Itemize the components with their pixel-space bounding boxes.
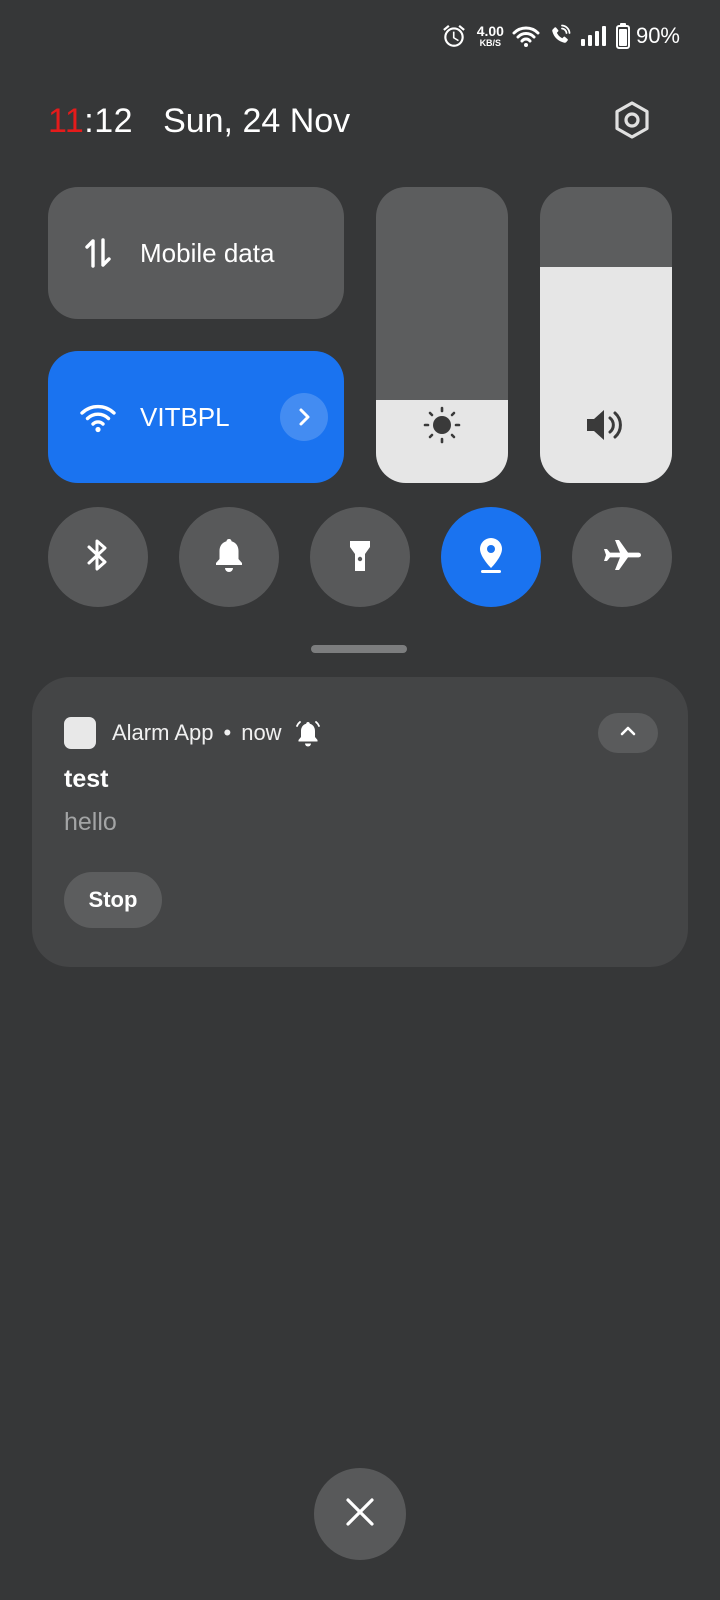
network-speed-value: 4.00 [476, 23, 504, 39]
alarm-icon [441, 23, 467, 49]
header: 11:12 Sun, 24 Nov [48, 98, 670, 144]
clock-minutes: :12 [84, 101, 134, 140]
mobile-data-icon [78, 233, 118, 273]
sound-toggle[interactable] [179, 507, 279, 607]
chevron-up-icon [619, 724, 637, 742]
clock: 11:12 [48, 102, 133, 141]
airplane-mode-toggle[interactable] [572, 507, 672, 607]
network-speed-unit: KB/S [479, 38, 502, 48]
wifi-icon [512, 24, 540, 48]
stop-button[interactable]: Stop [64, 872, 162, 928]
volume-slider-fill [540, 266, 672, 483]
bell-icon [212, 536, 246, 579]
wifi-icon [78, 397, 118, 437]
mobile-data-tile[interactable]: Mobile data [48, 187, 344, 319]
notification-separator: • [223, 720, 232, 745]
notification-card[interactable]: Alarm App • now test hello Stop [32, 677, 688, 967]
brightness-slider[interactable] [376, 187, 508, 483]
wifi-calling-icon [548, 24, 572, 48]
notification-title: test [64, 765, 109, 793]
date: Sun, 24 Nov [163, 101, 351, 140]
settings-icon[interactable] [610, 98, 654, 142]
location-toggle[interactable] [441, 507, 541, 607]
airplane-icon [601, 537, 643, 578]
alarm-bell-icon [294, 719, 322, 747]
volume-icon [540, 403, 672, 447]
location-icon [475, 535, 507, 580]
mobile-data-label: Mobile data [140, 237, 275, 268]
status-bar: 4.00 KB/S 90% [441, 18, 680, 54]
notification-time: now [241, 720, 282, 745]
clear-all-button[interactable] [314, 1468, 406, 1560]
volume-slider[interactable] [540, 187, 672, 483]
bluetooth-icon [83, 536, 113, 579]
bluetooth-toggle[interactable] [48, 507, 148, 607]
network-speed: 4.00 KB/S [477, 24, 504, 48]
brightness-icon [376, 403, 508, 447]
collapse-notification-button[interactable] [598, 713, 658, 753]
wifi-details-chevron-icon[interactable] [280, 393, 328, 441]
quick-toggles [48, 507, 672, 607]
notification-header: Alarm App • now [64, 713, 658, 753]
notification-app-name: Alarm App [112, 720, 214, 745]
close-icon [344, 1496, 376, 1533]
clock-hours: 11 [48, 101, 85, 140]
wifi-network-name: VITBPL [140, 401, 230, 432]
cellular-signal-icon [580, 25, 608, 47]
battery-percent: 90% [635, 23, 680, 48]
app-icon [64, 717, 96, 749]
notification-body: hello [64, 808, 117, 836]
flashlight-toggle[interactable] [310, 507, 410, 607]
battery-icon [615, 23, 630, 49]
flashlight-icon [345, 535, 375, 580]
panel-drag-handle[interactable] [311, 645, 407, 653]
wifi-tile[interactable]: VITBPL [48, 351, 344, 483]
